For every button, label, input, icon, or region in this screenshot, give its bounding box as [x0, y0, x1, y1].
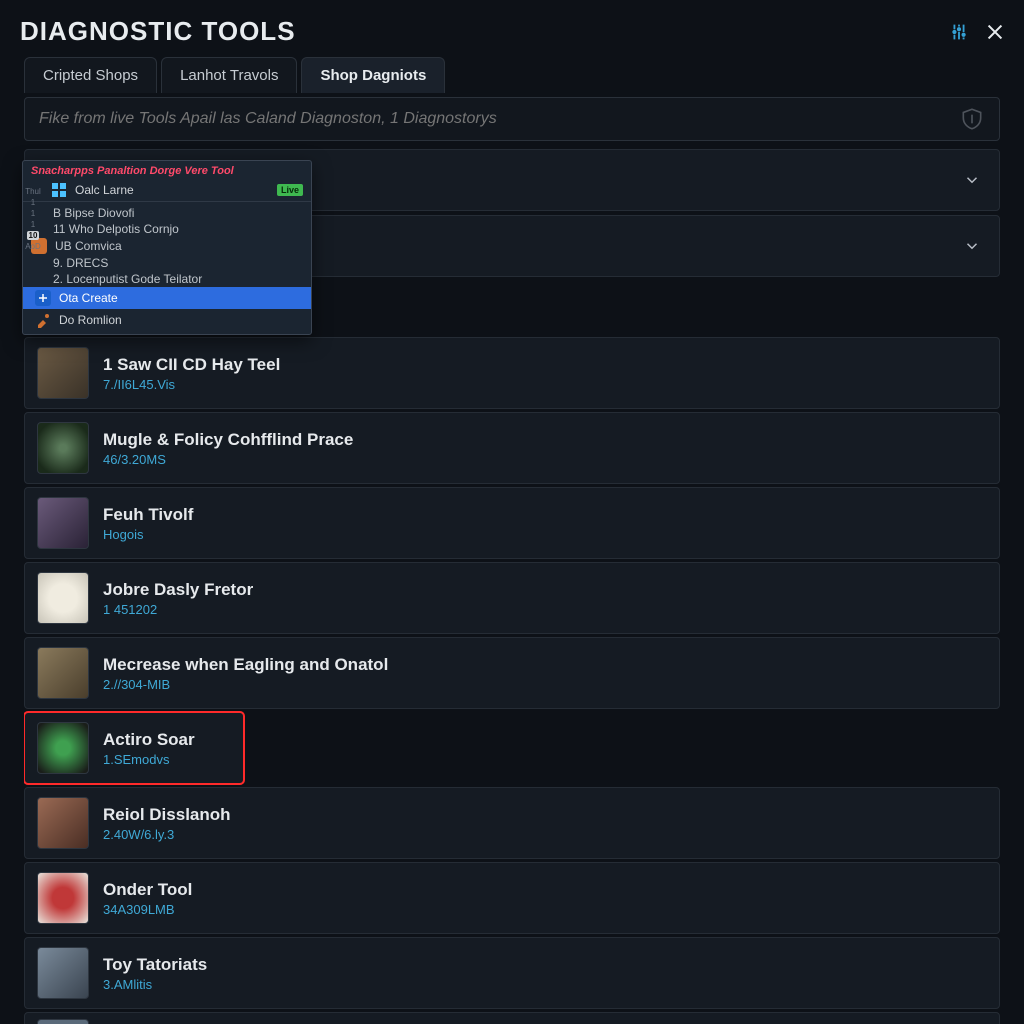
item-text: Onder Tool 34A309LMB — [103, 880, 192, 917]
item-thumb — [37, 947, 89, 999]
item-text: Actiro Soar 1.SEmodvs — [103, 730, 195, 767]
item-title: Actiro Soar — [103, 730, 195, 750]
popover-row[interactable]: B Bipse Diovofi — [23, 201, 311, 221]
item-title: Mugle & Folicy Cohfflind Prace — [103, 430, 353, 450]
popover-row-label: B Bipse Diovofi — [53, 206, 134, 220]
popover-row-label: 2. Locenputist Gode Teilator — [53, 272, 202, 286]
popover-row-label: 9. DRECS — [53, 256, 108, 270]
diagnostic-window: DIAGNOSTIC TOOLS Cripted Shops Lanhot Tr… — [0, 0, 1024, 1024]
popover-row[interactable]: 9. DRECS — [23, 255, 311, 271]
item-text: Feuh Tivolf Hogois — [103, 505, 193, 542]
popover-main-row[interactable]: Oalc Larne Live — [23, 179, 311, 201]
list-item[interactable] — [24, 1012, 1000, 1024]
popover-row[interactable]: Do Romlion — [23, 309, 311, 334]
popover-row-label: 11 Who Delpotis Cornjo — [53, 222, 179, 236]
chevron-down-icon — [963, 171, 981, 189]
list-item[interactable]: Jobre Dasly Fretor 1 451202 — [24, 562, 1000, 634]
item-text: Toy Tatoriats 3.AMlitis — [103, 955, 207, 992]
search-bar[interactable] — [24, 97, 1000, 141]
chevron-down-icon — [963, 237, 981, 255]
list-item[interactable]: Feuh Tivolf Hogois — [24, 487, 1000, 559]
popover-row-label: UB Comvica — [55, 239, 122, 253]
tab-shop-dagniots[interactable]: Shop Dagniots — [301, 57, 445, 93]
item-sub: 3.AMlitis — [103, 977, 207, 992]
popover-heading: Snacharpps Panaltion Dorge Vere Tool — [23, 161, 311, 179]
tab-cripted-shops[interactable]: Cripted Shops — [24, 57, 157, 93]
popover-main-label: Oalc Larne — [75, 183, 134, 197]
window-title: DIAGNOSTIC TOOLS — [20, 16, 296, 47]
list-item[interactable]: Reiol Disslanoh 2.40W/6.ly.3 — [24, 787, 1000, 859]
item-text: 1 Saw CII CD Hay Teel 7./II6L45.Vis — [103, 355, 280, 392]
item-title: Mecrease when Eagling and Onatol — [103, 655, 388, 675]
item-thumb — [37, 347, 89, 399]
item-thumb — [37, 797, 89, 849]
item-sub: 2.40W/6.ly.3 — [103, 827, 231, 842]
item-text: Jobre Dasly Fretor 1 451202 — [103, 580, 253, 617]
item-thumb — [37, 647, 89, 699]
item-thumb — [37, 872, 89, 924]
popover-rail: Thul 1 1 1 10 AoD — [23, 187, 43, 251]
item-title: Feuh Tivolf — [103, 505, 193, 525]
popover-row-selected[interactable]: Ota Create — [23, 287, 311, 309]
item-title: Toy Tatoriats — [103, 955, 207, 975]
tab-lanhot-travols[interactable]: Lanhot Travols — [161, 57, 297, 93]
tool-icon — [35, 312, 51, 328]
rail-label: 1 — [31, 209, 35, 218]
item-thumb — [37, 572, 89, 624]
rail-label: 10 — [27, 231, 40, 240]
item-title: Onder Tool — [103, 880, 192, 900]
popover-row[interactable]: 11 Who Delpotis Cornjo — [23, 221, 311, 237]
item-thumb — [37, 497, 89, 549]
item-title: Jobre Dasly Fretor — [103, 580, 253, 600]
item-title: Reiol Disslanoh — [103, 805, 231, 825]
item-sub: 46/3.20MS — [103, 452, 353, 467]
list-item[interactable]: Toy Tatoriats 3.AMlitis — [24, 937, 1000, 1009]
shield-icon — [959, 106, 985, 132]
list-item-highlighted[interactable]: Actiro Soar 1.SEmodvs — [24, 712, 244, 784]
item-sub: 1.SEmodvs — [103, 752, 195, 767]
cube-icon — [35, 290, 51, 306]
popover-row-label: Do Romlion — [59, 313, 122, 327]
popover-row[interactable]: UB Comvica — [23, 237, 311, 255]
close-icon[interactable] — [984, 21, 1006, 43]
search-input[interactable] — [39, 110, 959, 128]
tab-bar: Cripted Shops Lanhot Travols Shop Dagnio… — [14, 57, 1010, 93]
item-thumb — [37, 1019, 89, 1024]
live-badge: Live — [277, 184, 303, 196]
list-item[interactable]: Mecrease when Eagling and Onatol 2.//304… — [24, 637, 1000, 709]
item-sub: 1 451202 — [103, 602, 253, 617]
rail-label: 1 — [31, 220, 35, 229]
item-thumb — [37, 722, 89, 774]
item-sub: 7./II6L45.Vis — [103, 377, 280, 392]
rail-label: 1 — [31, 198, 35, 207]
titlebar: DIAGNOSTIC TOOLS — [14, 12, 1010, 57]
list-item[interactable]: Onder Tool 34A309LMB — [24, 862, 1000, 934]
rail-label: Thul — [25, 187, 41, 196]
list-item[interactable]: 1 Saw CII CD Hay Teel 7./II6L45.Vis — [24, 337, 1000, 409]
item-sub: 2.//304-MIB — [103, 677, 388, 692]
item-text: Mecrease when Eagling and Onatol 2.//304… — [103, 655, 388, 692]
rail-label: AoD — [25, 242, 41, 251]
tool-list: 1 Saw CII CD Hay Teel 7./II6L45.Vis Mugl… — [24, 337, 1000, 1024]
item-sub: Hogois — [103, 527, 193, 542]
context-popover: Thul 1 1 1 10 AoD Snacharpps Panaltion D… — [22, 160, 312, 335]
item-thumb — [37, 422, 89, 474]
item-text: Reiol Disslanoh 2.40W/6.ly.3 — [103, 805, 231, 842]
settings-icon[interactable] — [948, 21, 970, 43]
popover-row[interactable]: 2. Locenputist Gode Teilator — [23, 271, 311, 287]
item-sub: 34A309LMB — [103, 902, 192, 917]
windows-icon — [51, 182, 67, 198]
titlebar-actions — [948, 21, 1006, 43]
item-text: Mugle & Folicy Cohfflind Prace 46/3.20MS — [103, 430, 353, 467]
list-item[interactable]: Mugle & Folicy Cohfflind Prace 46/3.20MS — [24, 412, 1000, 484]
item-title: 1 Saw CII CD Hay Teel — [103, 355, 280, 375]
popover-row-label: Ota Create — [59, 291, 118, 305]
